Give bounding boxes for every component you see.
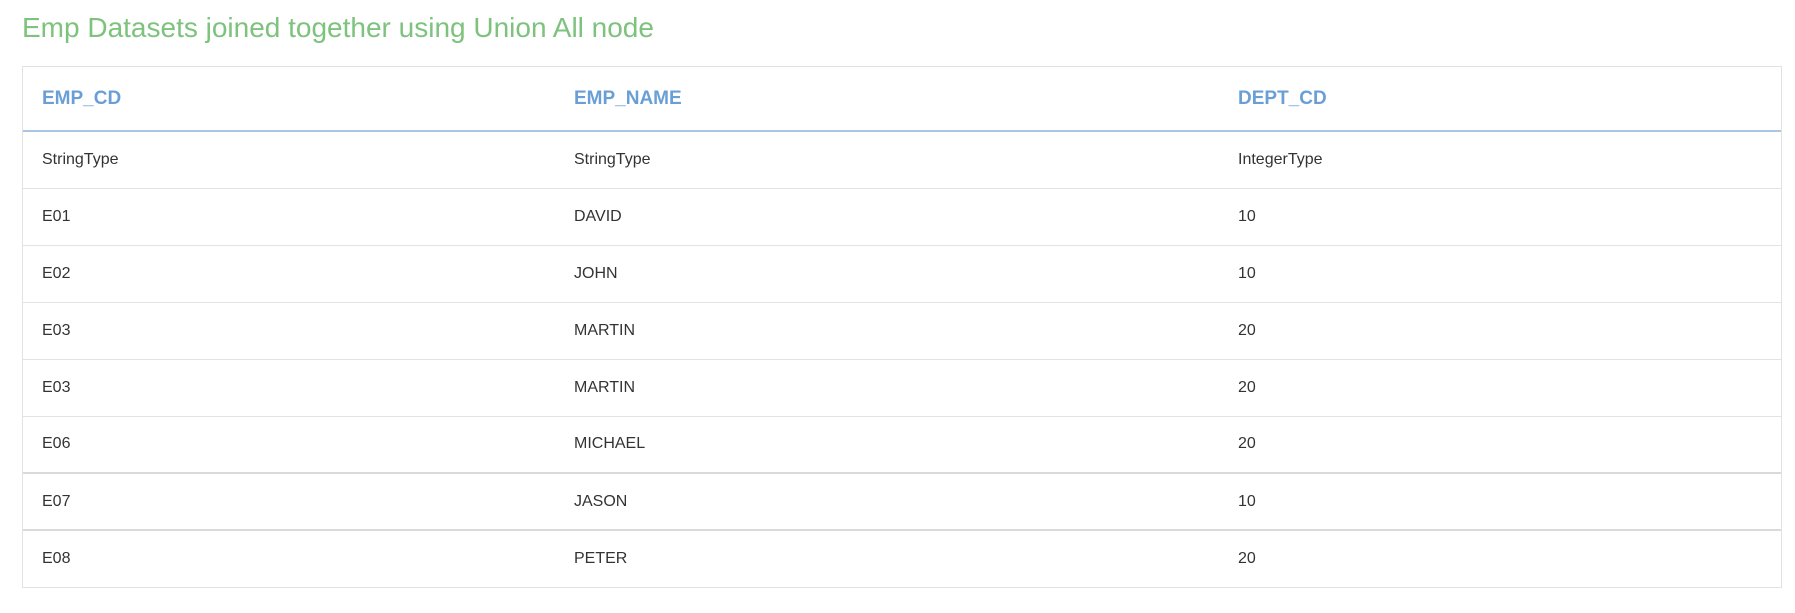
table-cell: E03 <box>23 302 555 360</box>
table-cell: E01 <box>23 188 555 246</box>
table-row: E02 JOHN 10 <box>23 245 1781 303</box>
table-cell: 20 <box>1219 302 1781 360</box>
table-cell: DAVID <box>555 188 1219 246</box>
table-row: E03 MARTIN 20 <box>23 359 1781 417</box>
column-header-dept-cd[interactable]: DEPT_CD <box>1219 67 1781 132</box>
page: Emp Datasets joined together using Union… <box>0 0 1795 613</box>
table-cell: 20 <box>1219 416 1781 474</box>
page-title: Emp Datasets joined together using Union… <box>22 12 654 43</box>
table-row-schema: StringType StringType IntegerType <box>23 131 1781 189</box>
table-cell: E07 <box>23 473 555 531</box>
table-row: E06 MICHAEL 20 <box>23 416 1781 474</box>
table-cell: 10 <box>1219 188 1781 246</box>
table-cell: 20 <box>1238 550 1256 567</box>
dataset-table: EMP_CD EMP_NAME DEPT_CD StringType Strin… <box>23 67 1781 587</box>
table-cell: E02 <box>23 245 555 303</box>
table-cell: MARTIN <box>555 359 1219 417</box>
table-row: E01 DAVID 10 <box>23 188 1781 246</box>
table-cell: StringType <box>555 131 1219 189</box>
column-header-emp-cd[interactable]: EMP_CD <box>23 67 555 132</box>
table-cell: IntegerType <box>1219 131 1781 189</box>
table-cell: E06 <box>23 416 555 474</box>
table-cell: PETER <box>574 550 628 567</box>
dataset-table-container: EMP_CD EMP_NAME DEPT_CD StringType Strin… <box>22 66 1782 588</box>
table-cell: 10 <box>1219 473 1781 531</box>
table-cell: E08 <box>42 550 71 567</box>
table-cell: MARTIN <box>555 302 1219 360</box>
table-row: E03 MARTIN 20 <box>23 302 1781 360</box>
table-cell: 10 <box>1219 245 1781 303</box>
table-cell: MICHAEL <box>555 416 1219 474</box>
table-row: E07 JASON 10 <box>23 473 1781 531</box>
table-cell: JASON <box>555 473 1219 531</box>
table-cell: JOHN <box>555 245 1219 303</box>
table-cell: 20 <box>1219 359 1781 417</box>
table-cell: E03 <box>23 359 555 417</box>
table-cell: StringType <box>23 131 555 189</box>
table-header-row: EMP_CD EMP_NAME DEPT_CD <box>23 67 1781 132</box>
table-row: E08 PETER 20 <box>23 530 1781 587</box>
column-header-emp-name[interactable]: EMP_NAME <box>555 67 1219 132</box>
